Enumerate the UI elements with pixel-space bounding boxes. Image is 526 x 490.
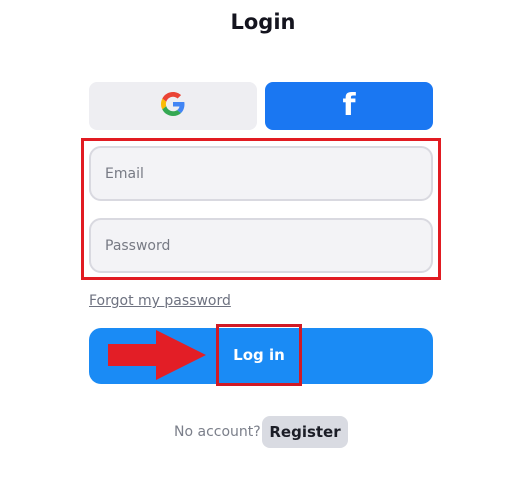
google-login-button[interactable] — [89, 82, 257, 130]
red-arrow-icon — [108, 330, 208, 384]
login-button-highlight[interactable]: Log in — [216, 324, 302, 386]
page-title: Login — [230, 10, 296, 34]
password-field[interactable] — [89, 218, 433, 273]
facebook-login-button[interactable]: f — [265, 82, 433, 130]
register-button[interactable]: Register — [262, 416, 348, 448]
google-icon — [161, 92, 185, 120]
email-field[interactable] — [89, 146, 433, 201]
login-button-label: Log in — [233, 346, 285, 364]
facebook-icon: f — [342, 88, 356, 123]
no-account-text: No account? — [174, 424, 261, 440]
forgot-password-link[interactable]: Forgot my password — [89, 293, 231, 309]
